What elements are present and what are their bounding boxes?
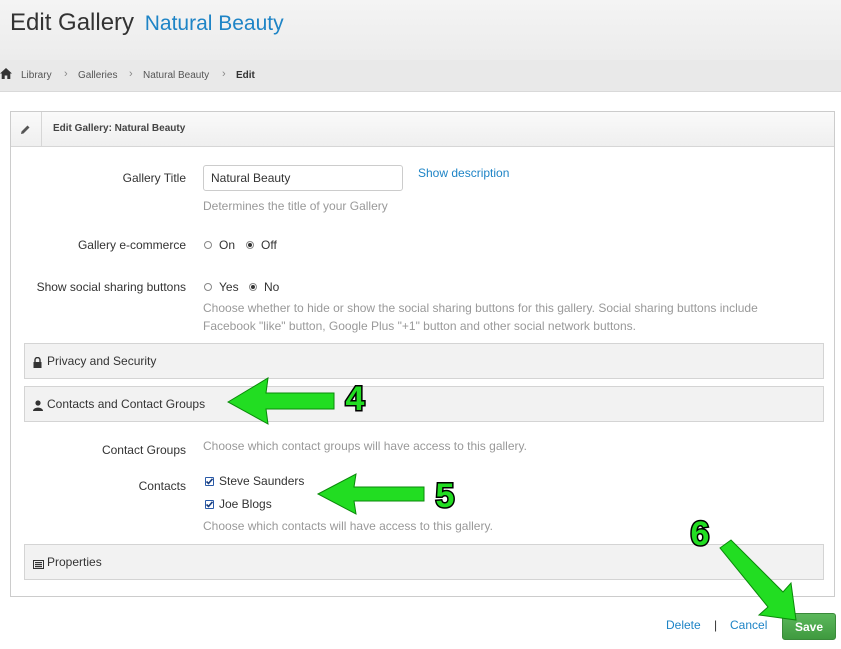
annotation-number-5: 5 bbox=[436, 477, 455, 515]
arrow-5-icon bbox=[316, 473, 425, 515]
arrow-6-icon bbox=[719, 539, 797, 621]
annotation-number-6: 6 bbox=[691, 515, 710, 553]
annotation-overlay: 4 5 6 bbox=[226, 377, 797, 621]
arrow-4-icon bbox=[226, 377, 335, 425]
annotation-number-4: 4 bbox=[346, 380, 365, 418]
